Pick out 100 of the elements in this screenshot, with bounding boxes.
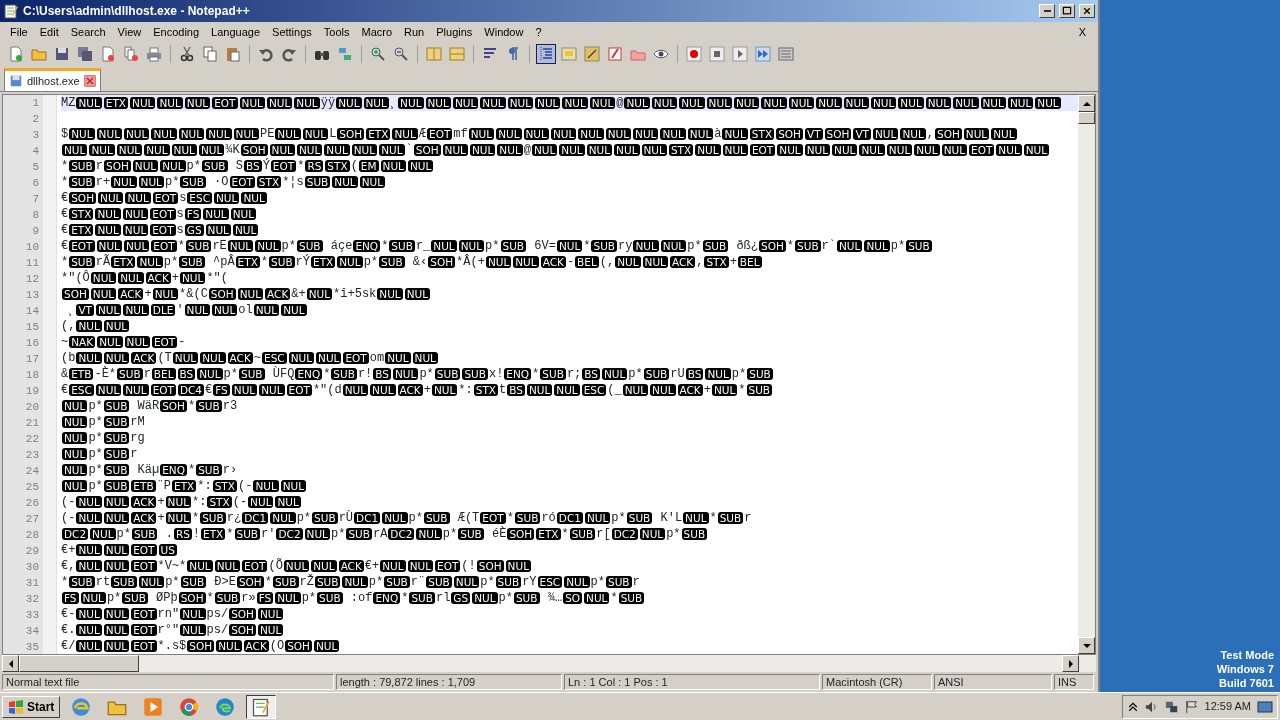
control-char-marker: NUL bbox=[559, 144, 585, 156]
control-char-marker: SUB bbox=[196, 464, 222, 476]
menu-item[interactable]: Plugins bbox=[430, 22, 479, 42]
indent-guide-icon bbox=[538, 46, 554, 62]
close-icon[interactable] bbox=[83, 74, 96, 87]
control-char-marker: NUL bbox=[311, 560, 337, 572]
control-char-marker: SUB bbox=[795, 240, 821, 252]
control-char-marker: ESC bbox=[187, 192, 212, 204]
menu-item[interactable]: File bbox=[4, 22, 34, 42]
code-text: ! bbox=[192, 526, 201, 542]
control-char-marker: NUL bbox=[275, 128, 301, 140]
control-char-marker: SUB bbox=[540, 368, 566, 380]
status-field: Macintosh (CR) bbox=[822, 674, 932, 690]
control-char-marker: SUB bbox=[331, 368, 357, 380]
scroll-right-button[interactable] bbox=[1062, 655, 1079, 672]
control-char-marker: ESC bbox=[262, 352, 287, 364]
control-char-marker: ETX bbox=[111, 256, 136, 268]
code-text: ps/ bbox=[206, 622, 229, 638]
record-button[interactable] bbox=[684, 44, 704, 64]
control-char-marker: BS bbox=[507, 384, 525, 396]
stop-button[interactable] bbox=[707, 44, 727, 64]
control-char-marker: NUL bbox=[103, 560, 130, 572]
menu-item[interactable]: Tools bbox=[317, 22, 356, 42]
scroll-down-button[interactable] bbox=[1078, 637, 1095, 654]
show-desktop-icon[interactable] bbox=[1257, 698, 1273, 715]
control-char-marker: NUL bbox=[231, 384, 258, 396]
code-text: r¨ bbox=[410, 574, 426, 590]
code-text: *"(d bbox=[312, 382, 342, 398]
notepad-taskbar-button[interactable] bbox=[246, 694, 277, 719]
menu-item[interactable]: Macro bbox=[355, 22, 399, 42]
control-char-marker: NUL bbox=[197, 368, 223, 380]
control-char-marker: NUL bbox=[125, 192, 151, 204]
scrollbar-thumb[interactable] bbox=[1078, 112, 1095, 124]
code-text: ·O bbox=[213, 174, 229, 190]
menu-item[interactable]: Settings bbox=[266, 22, 318, 42]
control-char-marker: NUL bbox=[205, 224, 231, 236]
speaker-icon[interactable] bbox=[1144, 699, 1159, 714]
control-char-marker: NUL bbox=[624, 97, 650, 109]
control-char-marker: NUL bbox=[130, 97, 156, 109]
close-button[interactable] bbox=[1079, 4, 1095, 18]
control-char-marker: NUL bbox=[123, 384, 149, 396]
control-char-marker: FS bbox=[213, 384, 230, 396]
code-text: , bbox=[696, 254, 704, 270]
print-button[interactable] bbox=[144, 44, 164, 64]
code-text: p* bbox=[611, 510, 626, 526]
code-text: @ bbox=[616, 95, 624, 111]
code-text: rÝ bbox=[295, 254, 310, 270]
control-char-marker: NUL bbox=[562, 97, 588, 109]
control-char-marker: NUL bbox=[76, 97, 102, 109]
menu-item[interactable]: ? bbox=[529, 22, 548, 42]
control-char-marker: NUL bbox=[363, 97, 389, 109]
menu-item[interactable]: Window bbox=[478, 22, 530, 42]
close-document-button[interactable]: X bbox=[1070, 23, 1094, 41]
menu-item[interactable]: Language bbox=[205, 22, 267, 42]
control-char-marker: NUL bbox=[180, 272, 206, 284]
menu-item[interactable]: Search bbox=[64, 22, 112, 42]
menu-item[interactable]: View bbox=[111, 22, 148, 42]
code-text: à bbox=[714, 126, 722, 142]
control-char-marker: STX bbox=[704, 256, 729, 268]
save-all-button[interactable] bbox=[75, 44, 95, 64]
control-char-marker: NUL bbox=[332, 176, 358, 188]
control-char-marker: NUL bbox=[237, 288, 264, 300]
control-char-marker: NUL bbox=[535, 97, 561, 109]
panel-button[interactable] bbox=[605, 44, 625, 64]
line-number: 11 bbox=[24, 256, 40, 271]
indent-guide-button[interactable] bbox=[536, 44, 556, 64]
control-char-marker: NUL bbox=[324, 144, 350, 156]
scrollbar-thumb[interactable] bbox=[19, 655, 139, 672]
file-tab[interactable]: dllhost.exe bbox=[4, 67, 101, 91]
flag-icon[interactable] bbox=[1184, 699, 1199, 714]
menu-item[interactable]: Encoding bbox=[147, 22, 206, 42]
new-file-icon bbox=[8, 46, 24, 62]
code-text: ØPþ bbox=[155, 590, 178, 606]
function-list-button[interactable] bbox=[582, 44, 602, 64]
control-char-marker: NUL bbox=[171, 144, 197, 156]
menu-item[interactable]: Run bbox=[398, 22, 431, 42]
minimize-button[interactable] bbox=[1039, 4, 1055, 18]
play-multiple-button[interactable] bbox=[753, 44, 773, 64]
control-char-marker: NUL bbox=[513, 256, 539, 268]
control-char-marker: NUL bbox=[407, 560, 434, 572]
scroll-up-button[interactable] bbox=[1078, 95, 1095, 112]
code-text: PE bbox=[259, 126, 275, 142]
control-char-marker: NUL bbox=[651, 97, 678, 109]
menu-item[interactable]: Edit bbox=[33, 22, 65, 42]
chevron-up-icon[interactable] bbox=[1126, 700, 1139, 713]
maximize-button[interactable] bbox=[1059, 4, 1075, 18]
code-text: x! bbox=[488, 366, 504, 382]
play-button[interactable] bbox=[730, 44, 750, 64]
control-char-marker: NUL bbox=[480, 97, 506, 109]
control-char-marker: NUL bbox=[76, 512, 102, 524]
control-char-marker: NUL bbox=[103, 320, 130, 332]
close-all-button[interactable] bbox=[121, 44, 141, 64]
network-icon[interactable] bbox=[1164, 699, 1179, 714]
line-number: 7 bbox=[31, 192, 40, 207]
control-char-marker: FS bbox=[62, 592, 79, 604]
start-button[interactable]: Start bbox=[2, 695, 61, 718]
control-char-marker: NUL bbox=[722, 144, 748, 156]
control-char-marker: EOT bbox=[343, 352, 369, 364]
scroll-left-button[interactable] bbox=[2, 655, 19, 672]
code-text: p* bbox=[731, 366, 747, 382]
